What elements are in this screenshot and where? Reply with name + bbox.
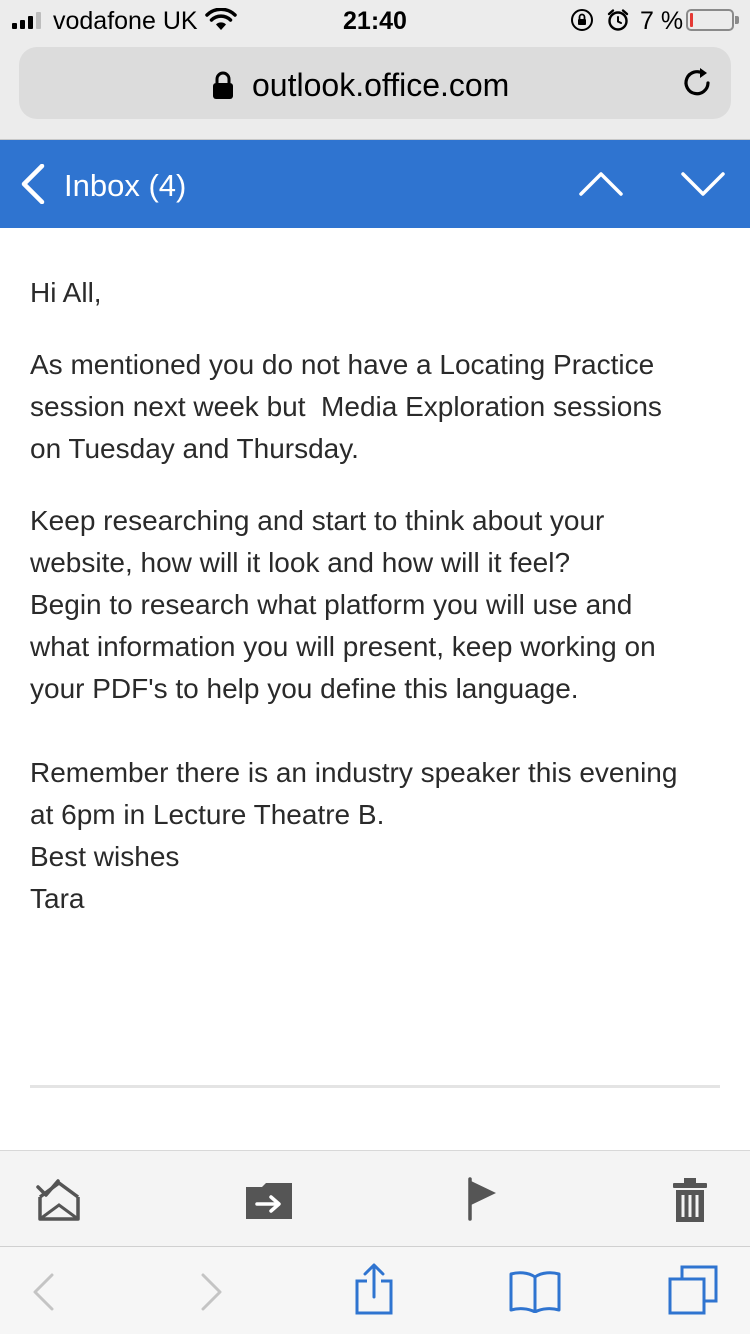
secure-lock-icon bbox=[213, 71, 233, 99]
orientation-lock-icon bbox=[571, 9, 593, 31]
email-line: website, how will it look and how will i… bbox=[30, 547, 571, 578]
back-icon[interactable] bbox=[30, 1273, 56, 1311]
email-line: what information you will present, keep … bbox=[30, 631, 656, 662]
status-bar: vodafone UK 21:40 7 % bbox=[0, 0, 750, 40]
address-bar[interactable]: outlook.office.com bbox=[19, 47, 731, 119]
inbox-back-link[interactable]: Inbox (4) bbox=[64, 168, 186, 204]
email-line: session next week but Media Exploration … bbox=[30, 391, 662, 422]
mark-read-icon[interactable] bbox=[36, 1179, 82, 1223]
delete-icon[interactable] bbox=[672, 1177, 708, 1223]
forward-icon[interactable] bbox=[199, 1273, 225, 1311]
move-to-folder-icon[interactable] bbox=[246, 1183, 292, 1219]
email-line: Remember there is an industry speaker th… bbox=[30, 757, 678, 788]
carrier-name: vodafone UK bbox=[53, 7, 198, 35]
email-signature: Tara bbox=[30, 883, 85, 914]
body-divider bbox=[30, 1085, 720, 1088]
share-icon[interactable] bbox=[353, 1263, 395, 1315]
email-greeting: Hi All, bbox=[30, 277, 102, 308]
bookmarks-icon[interactable] bbox=[508, 1269, 562, 1313]
wifi-icon bbox=[205, 8, 237, 30]
flag-icon[interactable] bbox=[466, 1177, 500, 1221]
email-line: Keep researching and start to think abou… bbox=[30, 505, 605, 536]
email-line: your PDF's to help you define this langu… bbox=[30, 673, 579, 704]
email-paragraph-2: Keep researching and start to think abou… bbox=[30, 500, 720, 710]
email-line: on Tuesday and Thursday. bbox=[30, 433, 359, 464]
reload-icon[interactable] bbox=[680, 66, 714, 100]
battery-percent: 7 % bbox=[640, 7, 684, 35]
next-message-icon[interactable] bbox=[680, 170, 726, 198]
email-line: As mentioned you do not have a Locating … bbox=[30, 349, 655, 380]
email-paragraph-3: Remember there is an industry speaker th… bbox=[30, 752, 720, 920]
safari-toolbar bbox=[0, 1246, 750, 1334]
email-signoff: Best wishes bbox=[30, 841, 180, 872]
email-line: Begin to research what platform you will… bbox=[30, 589, 633, 620]
signal-strength-icon bbox=[12, 11, 41, 29]
email-body: Hi All, As mentioned you do not have a L… bbox=[30, 272, 720, 920]
battery-level bbox=[690, 13, 693, 27]
browser-chrome: outlook.office.com bbox=[0, 40, 750, 140]
mail-action-toolbar bbox=[0, 1150, 750, 1246]
url-text[interactable]: outlook.office.com bbox=[252, 67, 509, 104]
email-line: at 6pm in Lecture Theatre B. bbox=[30, 799, 385, 830]
battery-icon bbox=[686, 9, 739, 31]
mail-header: Inbox (4) bbox=[0, 140, 750, 228]
email-paragraph-1: As mentioned you do not have a Locating … bbox=[30, 344, 720, 470]
alarm-icon bbox=[607, 9, 629, 31]
previous-message-icon[interactable] bbox=[578, 170, 624, 198]
back-chevron-icon[interactable] bbox=[18, 164, 46, 204]
tabs-icon[interactable] bbox=[668, 1265, 718, 1315]
